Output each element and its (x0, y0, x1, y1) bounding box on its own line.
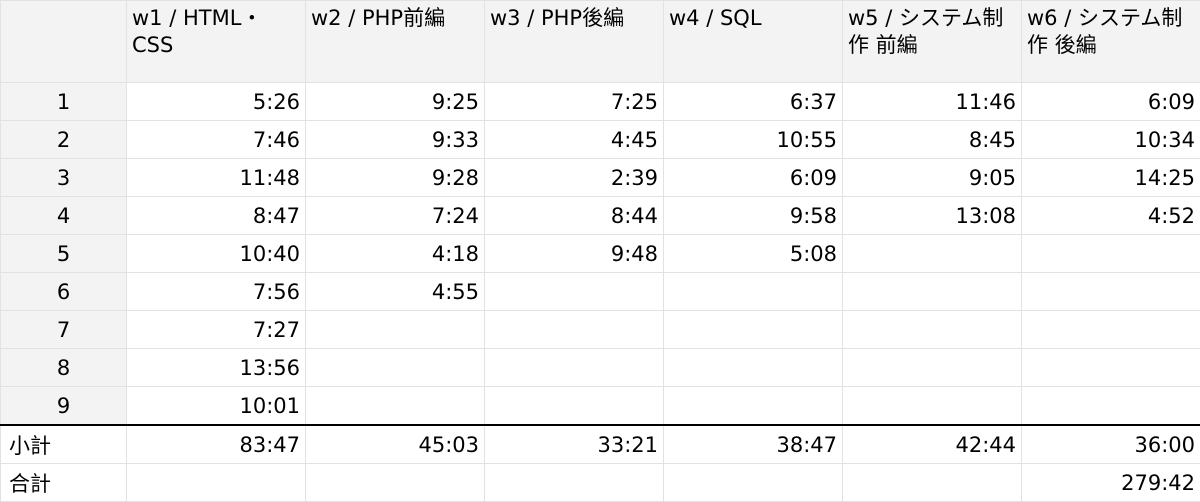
time-cell[interactable]: 9:05 (843, 159, 1022, 197)
time-cell[interactable] (843, 273, 1022, 311)
time-cell[interactable] (306, 349, 485, 387)
row-number[interactable]: 1 (1, 83, 127, 121)
time-cell[interactable]: 4:45 (485, 121, 664, 159)
subtotal-cell[interactable]: 83:47 (127, 425, 306, 464)
table-row: 48:477:248:449:5813:084:52 (1, 197, 1200, 235)
time-cell[interactable] (485, 273, 664, 311)
time-cell[interactable]: 7:46 (127, 121, 306, 159)
time-cell[interactable]: 4:18 (306, 235, 485, 273)
header-row: w1 / HTML・CSS w2 / PHP前編 w3 / PHP後編 w4 /… (1, 1, 1200, 83)
time-cell[interactable]: 9:33 (306, 121, 485, 159)
subtotal-label[interactable]: 小計 (1, 425, 127, 464)
time-cell[interactable]: 9:25 (306, 83, 485, 121)
row-number[interactable]: 7 (1, 311, 127, 349)
time-cell[interactable] (843, 311, 1022, 349)
time-cell[interactable]: 8:45 (843, 121, 1022, 159)
row-number[interactable]: 3 (1, 159, 127, 197)
time-cell[interactable] (664, 311, 843, 349)
time-cell[interactable] (485, 387, 664, 426)
time-cell[interactable] (843, 387, 1022, 426)
time-cell[interactable]: 10:40 (127, 235, 306, 273)
time-cell[interactable] (306, 387, 485, 426)
time-cell[interactable]: 5:26 (127, 83, 306, 121)
time-cell[interactable]: 8:44 (485, 197, 664, 235)
time-cell[interactable]: 8:47 (127, 197, 306, 235)
table-row: 910:01 (1, 387, 1200, 426)
time-cell[interactable]: 5:08 (664, 235, 843, 273)
subtotal-cell[interactable]: 42:44 (843, 425, 1022, 464)
time-table: w1 / HTML・CSS w2 / PHP前編 w3 / PHP後編 w4 /… (0, 0, 1200, 502)
row-number[interactable]: 4 (1, 197, 127, 235)
row-number[interactable]: 8 (1, 349, 127, 387)
time-cell[interactable]: 7:56 (127, 273, 306, 311)
time-cell[interactable] (664, 349, 843, 387)
subtotal-cell[interactable]: 33:21 (485, 425, 664, 464)
column-header-w3[interactable]: w3 / PHP後編 (485, 1, 664, 83)
time-cell[interactable] (1022, 273, 1200, 311)
time-cell[interactable] (306, 311, 485, 349)
time-cell[interactable]: 10:55 (664, 121, 843, 159)
table-row: 67:564:55 (1, 273, 1200, 311)
column-header-w5[interactable]: w5 / システム制作 前編 (843, 1, 1022, 83)
time-cell[interactable] (664, 387, 843, 426)
time-cell[interactable] (664, 273, 843, 311)
subtotal-cell[interactable]: 36:00 (1022, 425, 1200, 464)
corner-cell (1, 1, 127, 83)
row-number[interactable]: 6 (1, 273, 127, 311)
row-number[interactable]: 9 (1, 387, 127, 426)
column-header-w6[interactable]: w6 / システム制作 後編 (1022, 1, 1200, 83)
row-number[interactable]: 5 (1, 235, 127, 273)
table-row: 15:269:257:256:3711:466:09 (1, 83, 1200, 121)
subtotal-cell[interactable]: 45:03 (306, 425, 485, 464)
time-cell[interactable] (1022, 311, 1200, 349)
subtotal-row: 小計 83:47 45:03 33:21 38:47 42:44 36:00 (1, 425, 1200, 464)
time-cell[interactable]: 9:28 (306, 159, 485, 197)
time-cell[interactable] (485, 311, 664, 349)
time-cell[interactable] (485, 349, 664, 387)
time-cell[interactable]: 4:55 (306, 273, 485, 311)
data-rows: 15:269:257:256:3711:466:0927:469:334:451… (1, 83, 1200, 426)
row-number[interactable]: 2 (1, 121, 127, 159)
column-header-w2[interactable]: w2 / PHP前編 (306, 1, 485, 83)
table-row: 510:404:189:485:08 (1, 235, 1200, 273)
time-cell[interactable]: 13:08 (843, 197, 1022, 235)
time-cell[interactable] (843, 349, 1022, 387)
table-row: 27:469:334:4510:558:4510:34 (1, 121, 1200, 159)
time-cell[interactable]: 7:24 (306, 197, 485, 235)
table-row: 77:27 (1, 311, 1200, 349)
time-cell[interactable]: 2:39 (485, 159, 664, 197)
time-cell[interactable]: 6:09 (1022, 83, 1200, 121)
time-cell[interactable]: 6:37 (664, 83, 843, 121)
time-cell[interactable]: 14:25 (1022, 159, 1200, 197)
column-header-w4[interactable]: w4 / SQL (664, 1, 843, 83)
time-cell[interactable]: 10:34 (1022, 121, 1200, 159)
time-cell[interactable]: 4:52 (1022, 197, 1200, 235)
table-row: 813:56 (1, 349, 1200, 387)
time-cell[interactable]: 13:56 (127, 349, 306, 387)
time-cell[interactable]: 9:48 (485, 235, 664, 273)
time-cell[interactable] (843, 235, 1022, 273)
subtotal-cell[interactable]: 38:47 (664, 425, 843, 464)
time-cell[interactable]: 10:01 (127, 387, 306, 426)
time-cell[interactable]: 6:09 (664, 159, 843, 197)
table-row: 311:489:282:396:099:0514:25 (1, 159, 1200, 197)
time-cell[interactable]: 7:25 (485, 83, 664, 121)
time-cell[interactable]: 11:46 (843, 83, 1022, 121)
time-cell[interactable]: 11:48 (127, 159, 306, 197)
time-cell[interactable] (1022, 387, 1200, 426)
column-header-w1[interactable]: w1 / HTML・CSS (127, 1, 306, 83)
time-cell[interactable]: 7:27 (127, 311, 306, 349)
time-cell[interactable] (1022, 349, 1200, 387)
time-cell[interactable]: 9:58 (664, 197, 843, 235)
time-cell[interactable] (1022, 235, 1200, 273)
